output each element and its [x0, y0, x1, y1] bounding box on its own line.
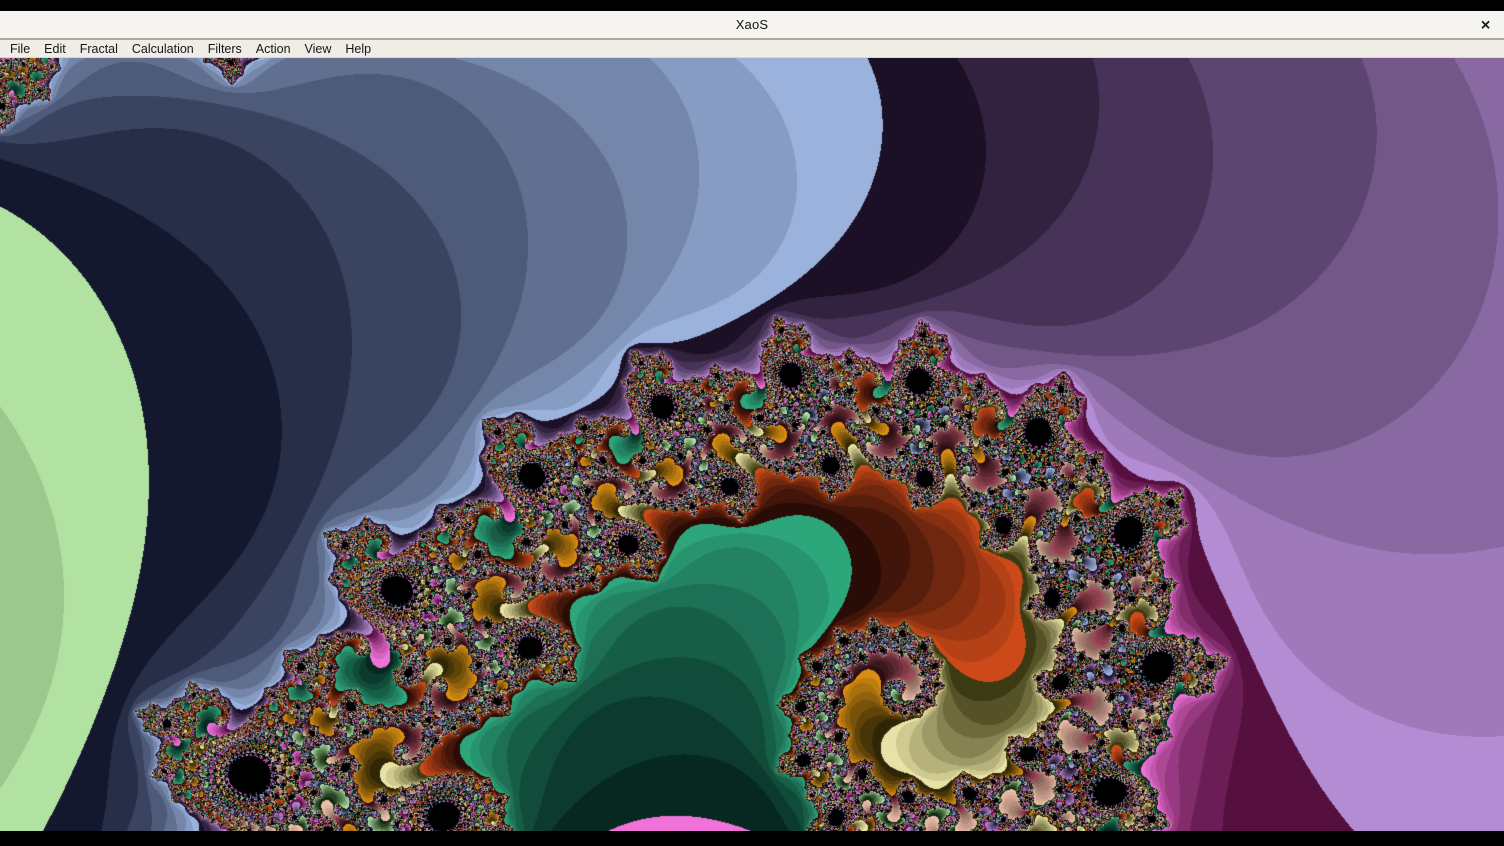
menu-item-calculation[interactable]: Calculation — [125, 41, 201, 57]
title-bar: XaoS ✕ — [0, 11, 1504, 40]
window-title: XaoS — [736, 17, 769, 32]
desktop-area-top — [0, 0, 1504, 11]
fractal-canvas[interactable] — [0, 58, 1504, 831]
close-icon[interactable]: ✕ — [1476, 18, 1495, 31]
menu-item-action[interactable]: Action — [249, 41, 298, 57]
desktop-area-bottom — [0, 831, 1504, 845]
menu-item-filters[interactable]: Filters — [201, 41, 249, 57]
menu-item-fractal[interactable]: Fractal — [73, 41, 125, 57]
menu-item-edit[interactable]: Edit — [37, 41, 73, 57]
menu-item-view[interactable]: View — [298, 41, 339, 57]
menu-item-file[interactable]: File — [3, 41, 37, 57]
menu-item-help[interactable]: Help — [338, 41, 378, 57]
menu-bar: FileEditFractalCalculationFiltersActionV… — [0, 40, 1504, 58]
